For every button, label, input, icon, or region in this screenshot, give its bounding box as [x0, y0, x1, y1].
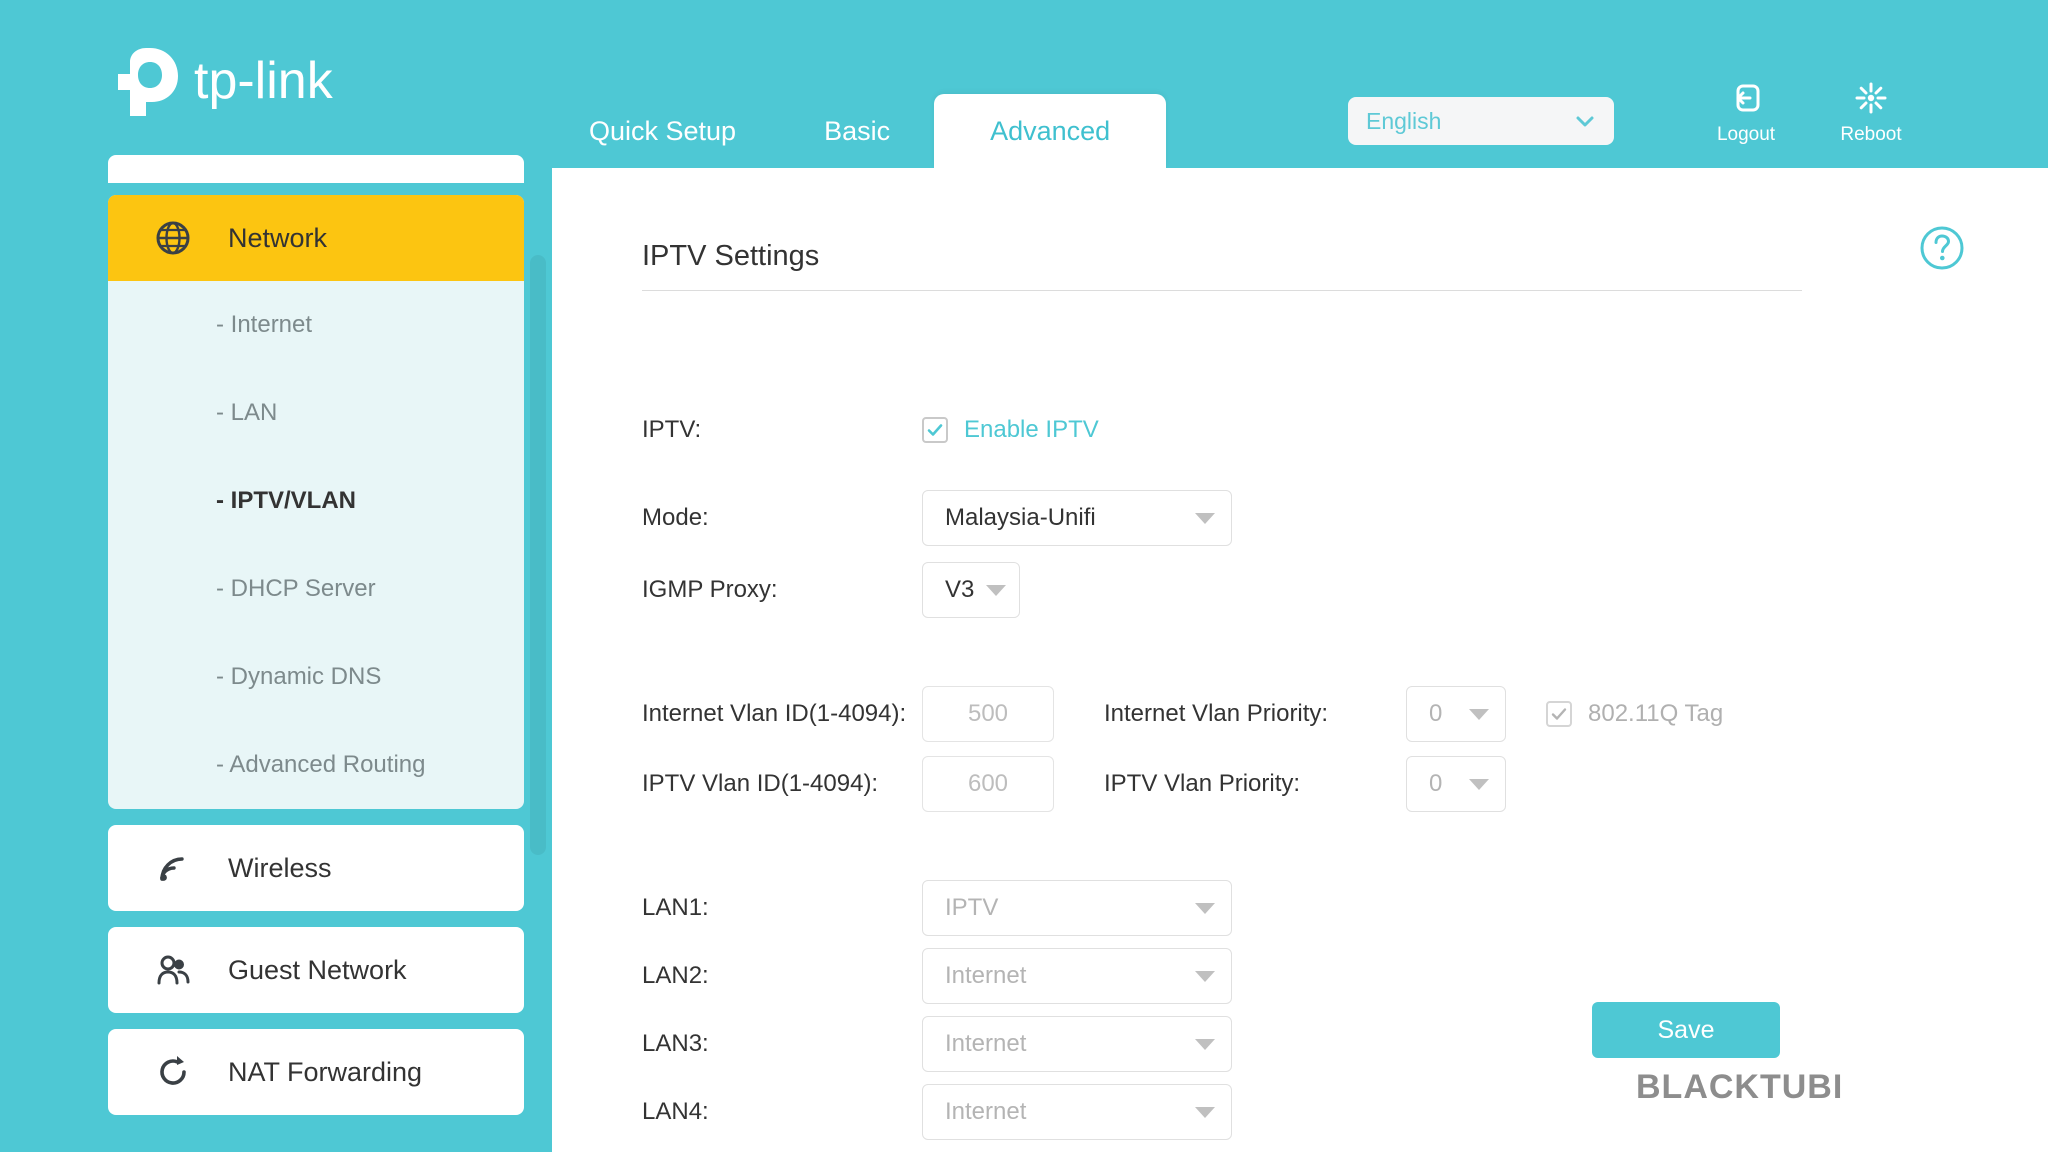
sidebar-subitem-internet[interactable]: - Internet	[108, 281, 524, 369]
sidebar: Network - Internet - LAN - IPTV/VLAN - D…	[108, 155, 524, 1152]
lan2-label: LAN2:	[642, 962, 709, 989]
lan2-value: Internet	[945, 962, 1027, 989]
lan3-row: LAN3: Internet	[642, 1016, 1232, 1072]
lan1-value: IPTV	[945, 894, 999, 921]
logout-label: Logout	[1716, 124, 1776, 145]
enable-iptv-checkbox[interactable]	[922, 417, 948, 443]
reboot-icon	[1825, 78, 1917, 118]
save-button[interactable]: Save	[1592, 1002, 1780, 1058]
igmp-proxy-label: IGMP Proxy:	[642, 576, 778, 603]
sidebar-group-network: Network - Internet - LAN - IPTV/VLAN - D…	[108, 195, 524, 809]
page-header: tp-link Quick Setup Basic Advanced Engli…	[0, 0, 2048, 168]
lan4-select[interactable]: Internet	[922, 1084, 1232, 1140]
tab-basic[interactable]: Basic	[780, 94, 934, 168]
iptv-vlan-id-value: 600	[967, 770, 1009, 797]
mode-row: Mode: Malaysia-Unifi	[642, 490, 1232, 546]
main-navigation: Quick Setup Basic Advanced	[545, 94, 1167, 168]
lan2-select[interactable]: Internet	[922, 948, 1232, 1004]
tp-link-logo: tp-link	[110, 40, 390, 120]
chevron-down-icon	[1469, 778, 1489, 790]
tab-advanced[interactable]: Advanced	[934, 94, 1167, 168]
logout-button[interactable]: Logout	[1700, 78, 1792, 146]
sidebar-subitem-dhcp-server[interactable]: - DHCP Server	[108, 545, 524, 633]
lan3-select[interactable]: Internet	[922, 1016, 1232, 1072]
chevron-down-icon	[1195, 1106, 1215, 1118]
lan1-label: LAN1:	[642, 894, 709, 921]
sidebar-item-nat-forwarding-label: NAT Forwarding	[228, 1056, 423, 1087]
language-value: English	[1366, 107, 1442, 134]
sidebar-subitem-iptv-vlan[interactable]: - IPTV/VLAN	[108, 457, 524, 545]
internet-vlan-priority-select[interactable]: 0	[1406, 686, 1506, 742]
iptv-vlan-priority-select[interactable]: 0	[1406, 756, 1506, 812]
tab-quick-setup[interactable]: Quick Setup	[545, 94, 780, 168]
chevron-down-icon	[1195, 902, 1215, 914]
lan4-value: Internet	[945, 1098, 1027, 1125]
mode-select[interactable]: Malaysia-Unifi	[922, 490, 1232, 546]
chevron-down-icon	[1195, 512, 1215, 524]
igmp-proxy-value: V3	[945, 576, 975, 603]
dot11q-tag-label: 802.11Q Tag	[1588, 700, 1724, 727]
iptv-enable-row: IPTV: Enable IPTV	[642, 416, 1099, 444]
main-content: IPTV Settings IPTV: Enable IPTV Mode: Ma…	[552, 168, 2048, 1152]
watermark: BLACKTUBI	[1636, 1068, 1844, 1106]
internet-vlan-id-value: 500	[967, 700, 1009, 727]
sidebar-subitem-advanced-routing[interactable]: - Advanced Routing	[108, 721, 524, 809]
sidebar-scrollbar[interactable]	[530, 255, 546, 855]
sidebar-card-partial[interactable]	[108, 155, 524, 183]
iptv-vlan-priority-value: 0	[1429, 770, 1443, 797]
lan1-row: LAN1: IPTV	[642, 880, 1232, 936]
sidebar-subitem-dynamic-dns[interactable]: - Dynamic DNS	[108, 633, 524, 721]
logout-icon	[1700, 78, 1792, 118]
page-title: IPTV Settings	[642, 240, 820, 272]
sidebar-item-guest-network[interactable]: Guest Network	[108, 927, 524, 1013]
people-icon	[152, 949, 194, 991]
mode-value: Malaysia-Unifi	[945, 504, 1096, 531]
sidebar-item-wireless[interactable]: Wireless	[108, 825, 524, 911]
question-circle-icon[interactable]	[1917, 223, 1967, 273]
refresh-icon	[152, 1051, 194, 1093]
lan2-row: LAN2: Internet	[642, 948, 1232, 1004]
mode-label: Mode:	[642, 504, 709, 531]
sidebar-item-network-label: Network	[228, 222, 328, 253]
chevron-down-icon	[1195, 1038, 1215, 1050]
internet-vlan-row: Internet Vlan ID(1-4094): 500 Internet V…	[642, 686, 1723, 742]
sidebar-item-guest-network-label: Guest Network	[228, 954, 407, 985]
router-admin-page: tp-link Quick Setup Basic Advanced Engli…	[0, 0, 2048, 1152]
language-selector[interactable]: English	[1348, 97, 1614, 145]
internet-vlan-priority-value: 0	[1429, 700, 1443, 727]
igmp-proxy-select[interactable]: V3	[922, 562, 1020, 618]
reboot-button[interactable]: Reboot	[1825, 78, 1917, 146]
internet-vlan-priority-label: Internet Vlan Priority:	[1104, 700, 1329, 727]
sidebar-item-network[interactable]: Network	[108, 195, 524, 281]
title-divider	[642, 290, 1802, 291]
lan3-label: LAN3:	[642, 1030, 709, 1057]
sidebar-item-nat-forwarding[interactable]: NAT Forwarding	[108, 1029, 524, 1115]
sidebar-item-wireless-label: Wireless	[228, 852, 332, 883]
wifi-icon	[152, 847, 194, 889]
chevron-down-icon	[1574, 110, 1596, 132]
internet-vlan-id-input[interactable]: 500	[922, 686, 1054, 742]
iptv-vlan-priority-label: IPTV Vlan Priority:	[1104, 770, 1301, 797]
igmp-proxy-row: IGMP Proxy: V3	[642, 562, 1020, 618]
iptv-label: IPTV:	[642, 416, 702, 443]
lan4-row: LAN4: Internet	[642, 1084, 1232, 1140]
iptv-vlan-row: IPTV Vlan ID(1-4094): 600 IPTV Vlan Prio…	[642, 756, 1506, 812]
chevron-down-icon	[1469, 708, 1489, 720]
iptv-vlan-id-input[interactable]: 600	[922, 756, 1054, 812]
sidebar-subitem-lan[interactable]: - LAN	[108, 369, 524, 457]
lan4-label: LAN4:	[642, 1098, 709, 1125]
chevron-down-icon	[986, 584, 1007, 596]
svg-text:tp-link: tp-link	[194, 52, 334, 110]
iptv-vlan-id-label: IPTV Vlan ID(1-4094):	[642, 770, 879, 797]
chevron-down-icon	[1195, 970, 1215, 982]
lan3-value: Internet	[945, 1030, 1027, 1057]
globe-icon	[152, 217, 194, 259]
enable-iptv-label: Enable IPTV	[964, 416, 1099, 443]
reboot-label: Reboot	[1840, 124, 1902, 145]
dot11q-tag-checkbox[interactable]	[1546, 701, 1572, 727]
lan1-select[interactable]: IPTV	[922, 880, 1232, 936]
internet-vlan-id-label: Internet Vlan ID(1-4094):	[642, 700, 907, 727]
